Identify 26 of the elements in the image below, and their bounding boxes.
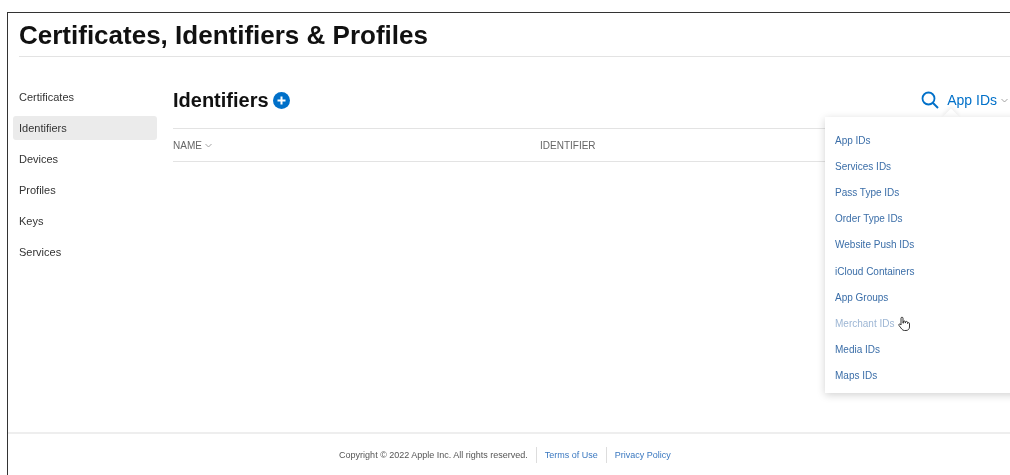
sidebar-item[interactable]: Keys [13,209,157,233]
menu-item[interactable]: App Groups [825,284,1010,311]
sidebar-item[interactable]: Identifiers [13,116,157,140]
footer-link[interactable]: Privacy Policy [605,447,679,463]
sidebar-item[interactable]: Profiles [13,178,157,202]
add-icon[interactable] [272,91,290,109]
menu-item[interactable]: App IDs [825,127,1010,154]
menu-item[interactable]: iCloud Containers [825,257,1010,285]
menu-item[interactable]: Media IDs [825,336,1010,363]
footer-link[interactable]: Terms of Use [535,447,606,463]
search-icon[interactable] [921,91,940,109]
copyright-text: Copyright © 2022 Apple Inc. All rights reserved. [339,450,529,460]
menu-item[interactable]: Maps IDs [825,362,1010,389]
hand-cursor-icon [898,315,912,331]
menu-item[interactable]: Pass Type IDs [825,179,1010,206]
section-title: Identifiers [173,88,269,112]
sidebar-item[interactable]: Services [13,240,157,264]
filter-dropdown[interactable]: App IDs [947,92,1008,108]
sort-chevron-icon [204,142,212,148]
menu-item[interactable]: Services IDs [825,153,1010,180]
sidebar-item[interactable]: Certificates [13,85,157,109]
menu-item[interactable]: Website Push IDs [825,231,1010,258]
column-header[interactable]: NAME [173,139,540,151]
page-title: Certificates, Identifiers & Profiles [19,20,1010,57]
sidebar-item[interactable]: Devices [13,147,157,171]
menu-item[interactable]: Order Type IDs [825,205,1010,232]
